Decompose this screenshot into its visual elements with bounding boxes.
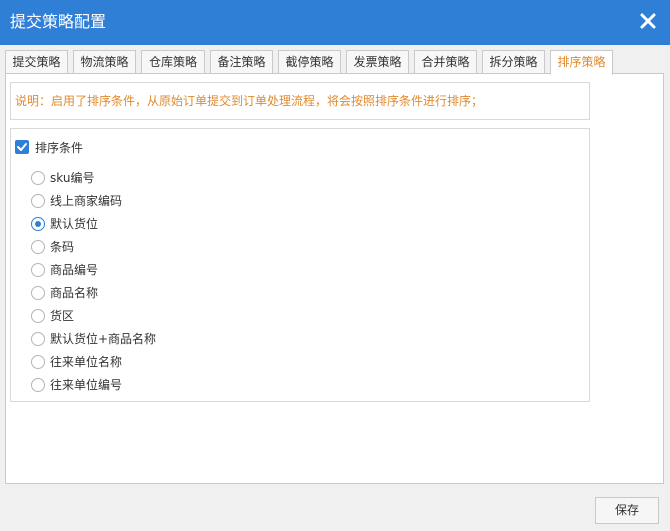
tab-intercept-strategy[interactable]: 截停策略 (278, 50, 341, 74)
tab-label: 仓库策略 (148, 55, 197, 69)
save-button[interactable]: 保存 (595, 497, 659, 524)
radio-label: 默认货位+商品名称 (50, 332, 157, 346)
radio-button[interactable] (31, 332, 45, 346)
radio-button[interactable] (31, 309, 45, 323)
tab-label: 排序策略 (557, 55, 606, 69)
tab-label: 提交策略 (12, 55, 61, 69)
tab-remark-strategy[interactable]: 备注策略 (210, 50, 273, 74)
tab-logistics-strategy[interactable]: 物流策略 (73, 50, 136, 74)
radio-button[interactable] (31, 355, 45, 369)
tab-label: 备注策略 (217, 55, 266, 69)
tab-warehouse-strategy[interactable]: 仓库策略 (141, 50, 205, 74)
tab-merge-strategy[interactable]: 合并策略 (414, 50, 477, 74)
tab-split-strategy[interactable]: 拆分策略 (482, 50, 545, 74)
radio-button[interactable] (31, 171, 45, 185)
sort-options-group: 排序条件 sku编号 线上商家编码 默认货位 条码 商品编号 商品名称 货区 默… (10, 128, 590, 402)
tab-label: 发票策略 (353, 55, 402, 69)
sort-enable-label: 排序条件 (35, 141, 84, 155)
tab-invoice-strategy[interactable]: 发票策略 (346, 50, 409, 74)
tab-label: 合并策略 (421, 55, 470, 69)
radio-button[interactable] (31, 194, 45, 208)
check-icon (17, 143, 27, 151)
radio-label: 线上商家编码 (50, 194, 123, 208)
radio-button[interactable] (31, 240, 45, 254)
notice-text: 说明：启用了排序条件，从原始订单提交到订单处理流程，将会按照排序条件进行排序； (10, 82, 590, 120)
close-icon[interactable] (636, 9, 660, 33)
radio-label: sku编号 (50, 171, 95, 185)
radio-label: 默认货位 (50, 217, 99, 231)
dialog-title: 提交策略配置 (10, 12, 107, 31)
radio-button-selected[interactable] (31, 217, 45, 231)
tab-submit-strategy[interactable]: 提交策略 (5, 50, 68, 74)
tab-label: 拆分策略 (489, 55, 538, 69)
radio-label: 条码 (50, 240, 75, 254)
radio-label: 往来单位名称 (50, 355, 123, 369)
tab-label: 截停策略 (285, 55, 334, 69)
radio-label: 往来单位编号 (50, 378, 123, 392)
sort-enable-checkbox[interactable] (15, 140, 29, 154)
tab-label: 物流策略 (80, 55, 129, 69)
radio-button[interactable] (31, 378, 45, 392)
tab-sort-strategy[interactable]: 排序策略 (550, 50, 613, 75)
radio-label: 商品名称 (50, 286, 99, 300)
radio-label: 商品编号 (50, 263, 99, 277)
dialog-titlebar: 提交策略配置 (0, 0, 670, 45)
radio-button[interactable] (31, 286, 45, 300)
radio-label: 货区 (50, 309, 75, 323)
radio-button[interactable] (31, 263, 45, 277)
